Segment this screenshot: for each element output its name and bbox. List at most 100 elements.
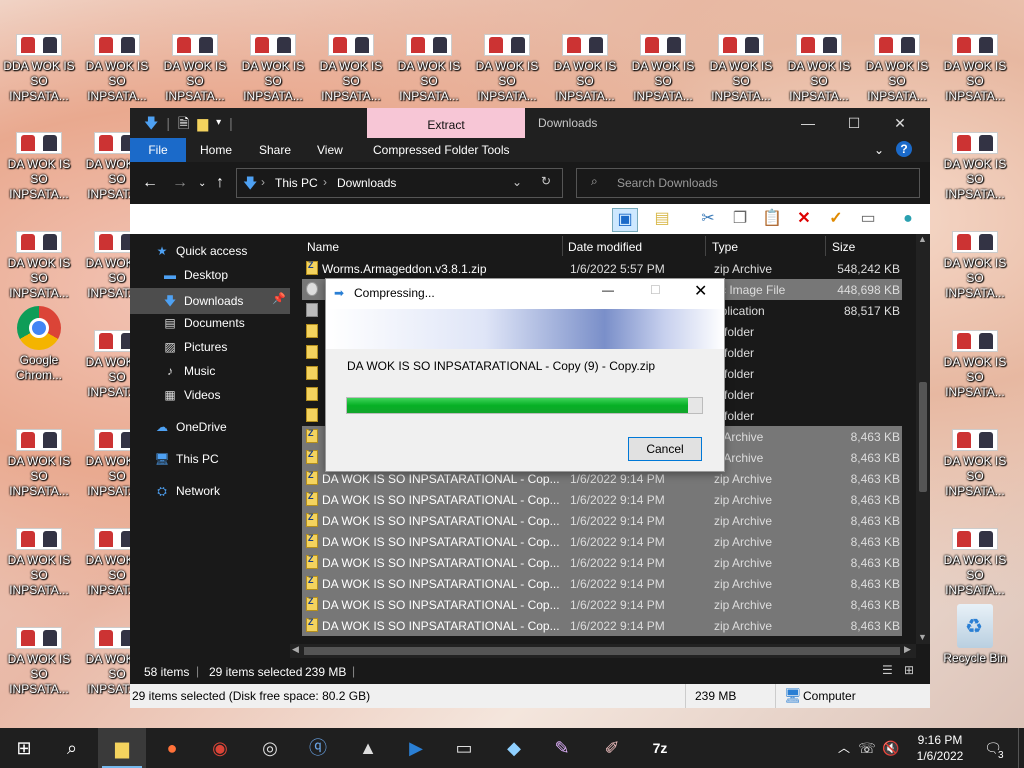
media-player-icon[interactable]: ▶: [392, 728, 440, 768]
back-arrow-icon[interactable]: ←: [142, 174, 158, 192]
file-row[interactable]: DA WOK IS SO INPSATARATIONAL - Cop... 1/6…: [302, 573, 902, 594]
shell-icon[interactable]: ●: [896, 208, 920, 230]
tab-share[interactable]: Share: [259, 138, 291, 162]
column-separator[interactable]: [562, 236, 563, 256]
view-dropdown-icon[interactable]: ▾: [674, 208, 698, 230]
image-viewer-icon[interactable]: ▲: [344, 728, 392, 768]
nav-item-downloads[interactable]: 🡇 Downloads 📌: [130, 288, 290, 314]
desktop-shortcut[interactable]: DA WOK IS SO INPSATA...: [936, 528, 1014, 598]
notepad-icon[interactable]: ◆: [490, 728, 538, 768]
tab-file[interactable]: File: [130, 138, 186, 162]
search-box[interactable]: ⌕ Search Downloads: [576, 168, 920, 198]
dialog-minimize-button[interactable]: —: [602, 283, 614, 297]
desktop-shortcut[interactable]: DA WOK IS SO INPSATA...: [702, 34, 780, 104]
search-icon[interactable]: ⌕: [48, 728, 96, 768]
scrollbar-thumb[interactable]: [919, 382, 927, 492]
details-view-icon[interactable]: ☰: [882, 663, 893, 677]
desktop-shortcut[interactable]: DA WOK IS SO INPSATA...: [624, 34, 702, 104]
copy-icon[interactable]: ❐: [728, 208, 752, 230]
paint-icon[interactable]: ✎: [538, 728, 586, 768]
nav-item-pictures[interactable]: ▨Pictures📌: [162, 340, 317, 354]
horizontal-scrollbar[interactable]: ◀ ▶: [290, 644, 916, 658]
desktop-shortcut[interactable]: DA WOK IS SO INPSATA...: [156, 34, 234, 104]
tab-view[interactable]: View: [317, 138, 343, 162]
file-row[interactable]: DA WOK IS SO INPSATARATIONAL - Cop... 1/6…: [302, 489, 902, 510]
preview-pane-icon[interactable]: ▣: [612, 208, 638, 232]
customize-arrow-icon[interactable]: ▾: [216, 114, 221, 132]
maximize-button[interactable]: ☐: [831, 108, 877, 138]
file-row[interactable]: DA WOK IS SO INPSATARATIONAL - Cop... 1/6…: [302, 510, 902, 531]
show-desktop-button[interactable]: [1018, 728, 1024, 768]
file-row[interactable]: DA WOK IS SO INPSATARATIONAL - Cop... 1/6…: [302, 531, 902, 552]
desktop-shortcut[interactable]: DA WOK IS SO INPSATA...: [936, 231, 1014, 301]
file-row[interactable]: DA WOK IS SO INPSATARATIONAL - Cop... 1/6…: [302, 552, 902, 573]
address-bar[interactable]: 🡇 › This PC › Downloads ⌄ ↻: [236, 168, 563, 198]
nav-item-onedrive[interactable]: ☁ OneDrive: [154, 420, 290, 434]
tab-home[interactable]: Home: [200, 138, 232, 162]
desktop-shortcut[interactable]: DA WOK IS SO INPSATA...: [234, 34, 312, 104]
qbittorrent-icon[interactable]: ⓠ: [294, 728, 342, 768]
column-header-size[interactable]: Size: [832, 240, 855, 254]
nav-item-videos[interactable]: ▦ Videos: [162, 388, 290, 402]
view-options-icon[interactable]: ▤: [650, 208, 674, 230]
title-bar[interactable]: 🡇 | 🗎 ▆ ▾ | Extract Downloads — ☐ ✕: [130, 108, 930, 138]
expand-ribbon-icon[interactable]: ⌄: [874, 138, 884, 162]
desktop-shortcut[interactable]: DA WOK IS SO INPSATA...: [0, 429, 78, 499]
tray-chevron-icon[interactable]: ︿: [834, 728, 854, 768]
breadcrumb-downloads[interactable]: Downloads: [337, 176, 396, 190]
cut-icon[interactable]: ✂: [696, 208, 720, 230]
refresh-icon[interactable]: ↻: [541, 174, 551, 188]
scroll-up-icon[interactable]: ▲: [918, 234, 927, 244]
down-arrow-icon[interactable]: 🡇: [144, 114, 158, 132]
terminal-icon[interactable]: ▭: [440, 728, 488, 768]
paint-brush-icon[interactable]: ✐: [588, 728, 636, 768]
rename-check-icon[interactable]: ✓: [824, 208, 848, 230]
column-header-name[interactable]: Name: [307, 240, 339, 254]
delete-icon[interactable]: ✕: [792, 208, 816, 230]
file-row[interactable]: DA WOK IS SO INPSATARATIONAL - Cop... 1/6…: [302, 615, 902, 636]
file-row[interactable]: Worms.Armageddon.v3.8.1.zip 1/6/2022 5:57…: [302, 258, 902, 279]
network-tray-icon[interactable]: ☏: [856, 728, 878, 768]
scroll-right-icon[interactable]: ▶: [904, 644, 911, 655]
desktop-shortcut[interactable]: DA WOK IS SO INPSATA...: [936, 132, 1014, 202]
desktop-shortcut[interactable]: DA WOK IS SO INPSATA...: [780, 34, 858, 104]
nav-item-quick-access[interactable]: ★ Quick access: [154, 244, 290, 258]
system-clock[interactable]: 9:16 PM 1/6/2022: [910, 732, 970, 764]
desktop-shortcut[interactable]: DA WOK IS SO INPSATA...: [0, 132, 78, 202]
desktop-shortcut[interactable]: DA WOK IS SO INPSATA...: [78, 34, 156, 104]
desktop-shortcut[interactable]: DA WOK IS SO INPSATA...: [936, 34, 1014, 104]
dialog-close-button[interactable]: ✕: [694, 281, 707, 301]
properties-icon[interactable]: 🗎: [178, 114, 189, 132]
scroll-down-icon[interactable]: ▼: [918, 632, 927, 642]
nav-item-documents[interactable]: ▤Documents📌: [162, 316, 317, 330]
desktop-shortcut[interactable]: DA WOK IS SO INPSATA...: [0, 627, 78, 697]
new-folder-icon[interactable]: ▆: [197, 114, 208, 132]
desktop-shortcut[interactable]: DA WOK IS SO INPSATA...: [312, 34, 390, 104]
desktop-shortcut[interactable]: DA WOK IS SO INPSATA...: [858, 34, 936, 104]
column-separator[interactable]: [825, 236, 826, 256]
properties-icon[interactable]: ▭: [856, 208, 880, 230]
desktop-shortcut[interactable]: DA WOK IS SO INPSATA...: [936, 330, 1014, 400]
nav-item-this-pc[interactable]: 🖥 This PC: [154, 452, 290, 466]
search-input[interactable]: Search Downloads: [617, 176, 718, 190]
volume-muted-icon[interactable]: 🔇: [880, 728, 902, 768]
address-dropdown-icon[interactable]: ⌄: [512, 175, 522, 189]
chrome-icon[interactable]: ◉: [196, 728, 244, 768]
firefox-icon[interactable]: ●: [148, 728, 196, 768]
nav-item-music[interactable]: ♪ Music: [162, 364, 290, 378]
large-icons-view-icon[interactable]: ⊞: [904, 663, 914, 677]
cancel-button[interactable]: Cancel: [628, 437, 702, 461]
paste-icon[interactable]: 📋: [760, 208, 784, 230]
scrollbar-thumb[interactable]: [304, 647, 900, 655]
nav-item-network[interactable]: ⛭ Network: [154, 484, 290, 499]
file-row[interactable]: DA WOK IS SO INPSATARATIONAL - Cop... 1/6…: [302, 594, 902, 615]
seven-zip-icon[interactable]: 7z: [636, 728, 684, 768]
notification-center-icon[interactable]: 🗨: [978, 728, 1008, 768]
recycle-bin-shortcut[interactable]: Recycle Bin: [936, 604, 1014, 666]
desktop-shortcut[interactable]: DA WOK IS SO INPSATA...: [0, 528, 78, 598]
desktop-shortcut[interactable]: DA WOK IS SO INPSATA...: [546, 34, 624, 104]
tab-compressed-folder-tools[interactable]: Compressed Folder Tools: [373, 138, 510, 162]
breadcrumb-this-pc[interactable]: This PC: [275, 176, 318, 190]
minimize-button[interactable]: —: [785, 108, 831, 138]
desktop-shortcut[interactable]: DA WOK IS SO INPSATA...: [468, 34, 546, 104]
